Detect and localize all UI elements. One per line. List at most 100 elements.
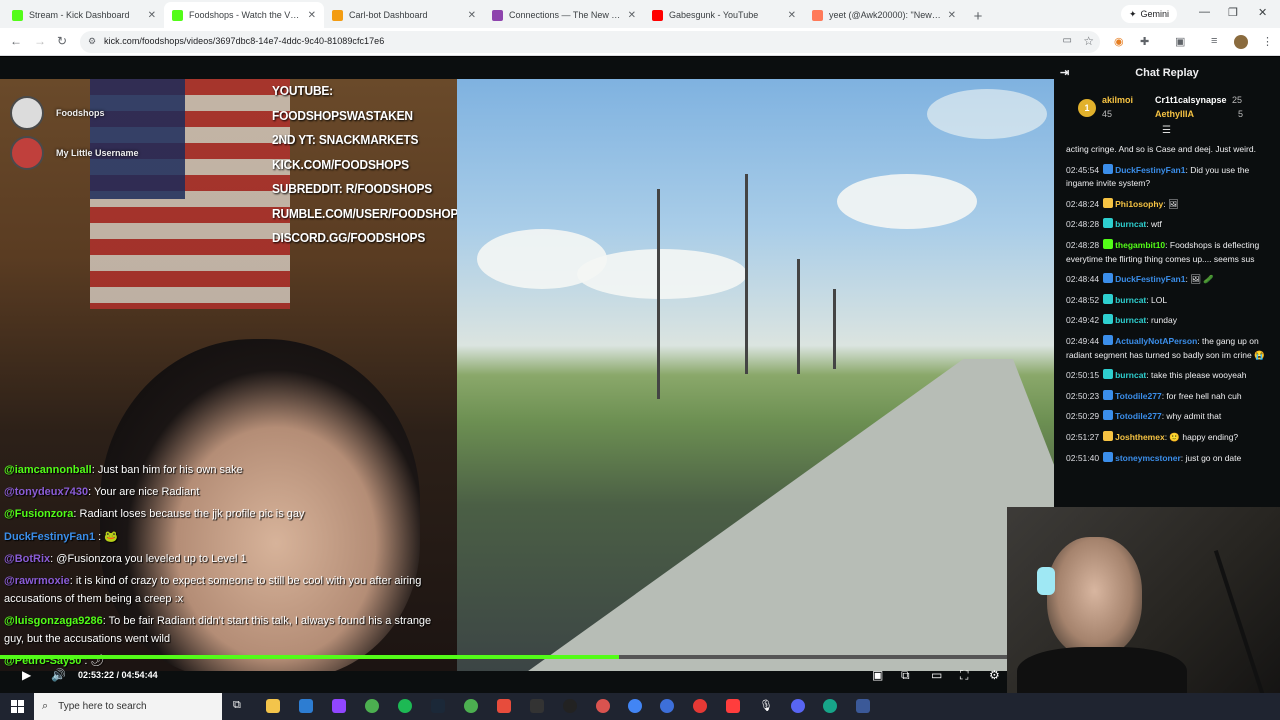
close-tab-icon[interactable]: ✕ xyxy=(788,10,796,21)
gemini-button[interactable]: ✦ Gemini xyxy=(1121,5,1178,23)
message-username[interactable]: burncat xyxy=(1115,315,1146,325)
message-username[interactable]: ActuallyNotAPerson xyxy=(1115,336,1197,346)
play-icon[interactable]: ▶ xyxy=(22,668,31,682)
bookmark-star-icon[interactable]: ☆ xyxy=(1083,34,1094,48)
message-username[interactable]: thegambit10 xyxy=(1115,240,1165,250)
browser-menu-icon[interactable]: ⋮ xyxy=(1262,35,1273,48)
site-info-icon[interactable]: ⚙ xyxy=(88,36,96,47)
settings-icon[interactable]: ⚙ xyxy=(989,668,1000,682)
edge-icon[interactable] xyxy=(823,699,837,713)
user-badge-icon xyxy=(1103,334,1114,345)
media-control-icon[interactable]: ≡ xyxy=(1211,35,1217,47)
minimize-icon[interactable]: — xyxy=(1199,6,1210,18)
overlay-chat-user: @Fusionzora xyxy=(4,508,74,521)
close-tab-icon[interactable]: ✕ xyxy=(468,10,476,21)
clip-icon[interactable]: ▣ xyxy=(872,668,883,682)
streamer-entry[interactable]: My Little Username xyxy=(10,133,139,173)
close-tab-icon[interactable]: ✕ xyxy=(948,10,956,21)
message-username[interactable]: Joshthemex xyxy=(1115,432,1165,442)
chat-message: 02:51:27 Joshthemex: 🙂 happy ending? xyxy=(1066,430,1274,445)
leader-first-name[interactable]: akilmoi xyxy=(1102,95,1133,105)
browser-tab[interactable]: Gabesgunk - YouTube ✕ xyxy=(644,2,804,28)
chrome-icon[interactable] xyxy=(628,699,642,713)
reload-icon[interactable]: ↻ xyxy=(57,34,67,48)
browser-tab[interactable]: Connections — The New York ✕ xyxy=(484,2,644,28)
omnibox[interactable]: ⚙ kick.com/foodshops/videos/3697dbc8-14e… xyxy=(80,31,1100,53)
address-toolbar: ← → ↻ ⚙ kick.com/foodshops/videos/3697db… xyxy=(0,28,1280,56)
sidepanel-icon[interactable]: ▣ xyxy=(1175,35,1185,48)
social-link-line: KICK.COM/FOODSHOPS xyxy=(272,156,409,172)
new-tab-button[interactable]: + xyxy=(966,4,990,28)
message-timestamp: 02:48:28 xyxy=(1066,239,1100,250)
kick-vod-page: Foodshops My Little Username YOUTUBE: FOO… xyxy=(0,57,1280,693)
microphone-icon[interactable]: 🎙 xyxy=(759,699,773,713)
rss-extension-icon[interactable]: ◉ xyxy=(1114,35,1124,48)
streamer-webcam: Foodshops My Little Username YOUTUBE: FOO… xyxy=(0,79,457,671)
discord-icon[interactable] xyxy=(791,699,805,713)
twitch-icon[interactable] xyxy=(332,699,346,713)
chrome-icon[interactable] xyxy=(693,699,707,713)
leader-third-name[interactable]: AethyIlIA xyxy=(1155,109,1194,119)
message-username[interactable]: stoneymcstoner xyxy=(1115,453,1181,463)
back-icon[interactable]: ← xyxy=(10,34,22,48)
message-timestamp: 02:48:44 xyxy=(1066,274,1100,285)
steam-icon[interactable] xyxy=(431,699,445,713)
close-tab-icon[interactable]: ✕ xyxy=(308,10,316,21)
windows-start-icon[interactable] xyxy=(11,700,25,714)
fullscreen-icon[interactable]: ⛶ xyxy=(960,668,968,683)
user-badge-icon xyxy=(1103,197,1114,208)
chrome-icon[interactable] xyxy=(365,699,379,713)
player-controls: ▶ 🔊 02:53:22 / 04:54:44 ▣ ⧉ ▭ ⛶ ⚙ xyxy=(0,657,1054,693)
volume-icon[interactable]: 🔊 xyxy=(51,668,66,682)
task-view-icon[interactable]: ⧉ xyxy=(233,699,247,713)
forward-icon[interactable]: → xyxy=(34,34,46,48)
browser-tab[interactable]: Carl-bot Dashboard ✕ xyxy=(324,2,484,28)
epic-games-icon[interactable] xyxy=(530,699,544,713)
obs-icon[interactable] xyxy=(563,699,577,713)
chrome-icon[interactable] xyxy=(596,699,610,713)
extensions-icon[interactable]: ✚ xyxy=(1140,35,1149,48)
taskbar-search[interactable]: ⌕ Type here to search xyxy=(34,693,222,720)
pip-icon[interactable]: ⧉ xyxy=(901,668,910,683)
file-explorer-icon[interactable] xyxy=(266,699,280,713)
install-app-icon[interactable]: ▭ xyxy=(1063,35,1072,46)
message-username[interactable]: DuckFestinyFan1 xyxy=(1115,165,1185,175)
theater-mode-icon[interactable]: ▭ xyxy=(931,668,942,682)
collapse-chat-icon[interactable]: ⇥ xyxy=(1060,66,1069,79)
message-username[interactable]: burncat xyxy=(1115,295,1146,305)
profile-avatar[interactable] xyxy=(1234,35,1248,49)
browser-tab[interactable]: yeet (@Awk20000): "News 12 o ✕ xyxy=(804,2,964,28)
restore-icon[interactable]: ❐ xyxy=(1228,6,1238,19)
app-icon[interactable] xyxy=(856,699,870,713)
spotify-icon[interactable] xyxy=(398,699,412,713)
message-timestamp: 02:50:15 xyxy=(1066,370,1100,381)
tab-favicon xyxy=(12,9,23,21)
streamer-entry[interactable]: Foodshops xyxy=(10,93,139,133)
message-username[interactable]: burncat xyxy=(1115,219,1146,229)
chrome-icon[interactable] xyxy=(464,699,478,713)
social-links-overlay: YOUTUBE: FOODSHOPSWASTAKEN 2ND YT: SNACKM… xyxy=(272,79,457,251)
leader-first-count: 45 xyxy=(1102,109,1113,119)
app-icon[interactable] xyxy=(726,699,740,713)
current-time: 02:53:22 xyxy=(78,670,115,680)
close-tab-icon[interactable]: ✕ xyxy=(628,10,636,21)
overlay-chat-line: @BotRix: @Fusionzora you leveled up to L… xyxy=(4,548,454,570)
app-icon[interactable] xyxy=(497,699,511,713)
video-player[interactable]: Foodshops My Little Username YOUTUBE: FOO… xyxy=(0,79,1054,671)
message-username[interactable]: DuckFestinyFan1 xyxy=(1115,274,1185,284)
close-tab-icon[interactable]: ✕ xyxy=(148,10,156,21)
tab-favicon xyxy=(172,9,183,21)
message-username[interactable]: Phi1osophy xyxy=(1115,199,1163,209)
outlook-icon[interactable] xyxy=(299,699,313,713)
social-link-line: RUMBLE.COM/USER/FOODSHOPS xyxy=(272,205,457,221)
close-window-icon[interactable]: ✕ xyxy=(1258,6,1267,19)
browser-tab[interactable]: Stream - Kick Dashboard ✕ xyxy=(4,2,164,28)
browser-tab[interactable]: Foodshops - Watch the VOD on ✕ xyxy=(164,2,324,28)
app-icon[interactable] xyxy=(660,699,674,713)
expand-leaderboard-icon[interactable]: ☰ xyxy=(1162,125,1171,136)
message-username[interactable]: burncat xyxy=(1115,370,1146,380)
url-text[interactable]: kick.com/foodshops/videos/3697dbc8-14e7-… xyxy=(104,36,384,46)
leader-second-name[interactable]: Cr1t1calsynapse xyxy=(1155,95,1227,105)
message-username[interactable]: Totodile277 xyxy=(1115,391,1162,401)
message-username[interactable]: Totodile277 xyxy=(1115,411,1162,421)
